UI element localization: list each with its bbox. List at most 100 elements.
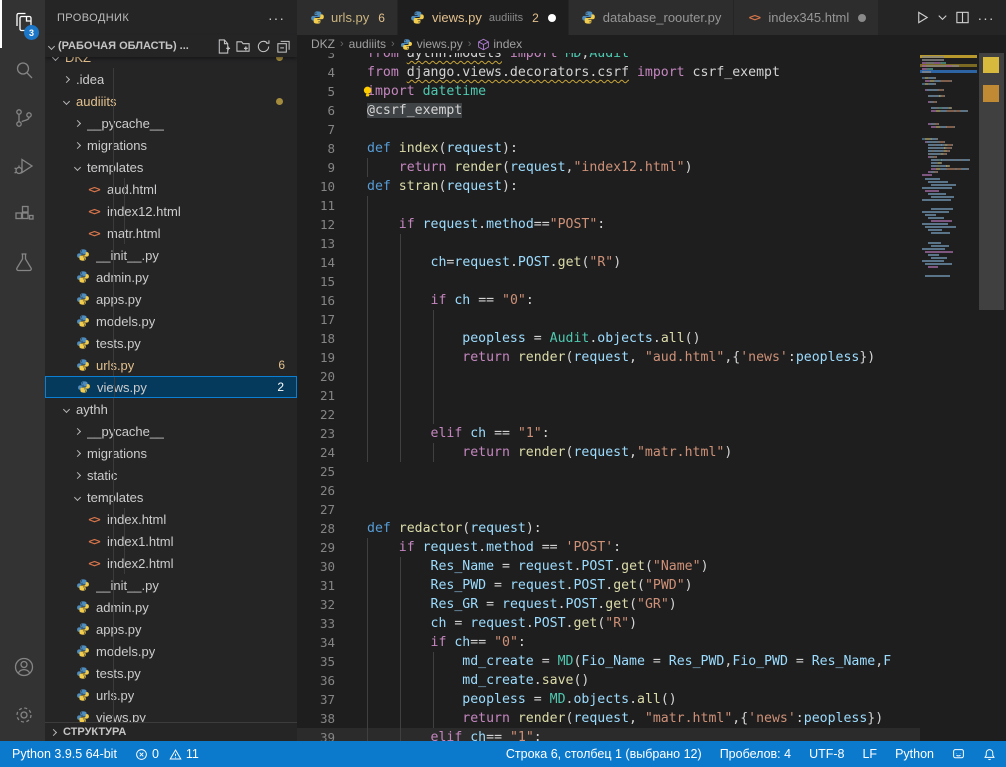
- cursor-position-status[interactable]: Строка 6, столбец 1 (выбрано 12): [506, 747, 702, 761]
- activity-search[interactable]: [0, 48, 45, 96]
- breadcrumb-item-index[interactable]: index: [476, 37, 522, 51]
- editor-scrollbar[interactable]: [977, 53, 1006, 741]
- new-file-icon[interactable]: [213, 36, 233, 56]
- tree-item-label: __init__.py: [96, 578, 159, 593]
- workspace-section-header[interactable]: (РАБОЧАЯ ОБЛАСТЬ) ...: [45, 35, 297, 57]
- code-line-12: 12 if request.method=="POST":: [297, 215, 920, 234]
- tree-item-migrations[interactable]: migrations: [45, 134, 297, 156]
- dirty-dot-icon[interactable]: [858, 14, 866, 22]
- tree-item-views-py[interactable]: views.py2: [45, 376, 297, 398]
- code-text: Res_GR = request.POST.get("GR"): [367, 595, 677, 614]
- indentation-status[interactable]: Пробелов: 4: [720, 747, 791, 761]
- breadcrumb-item-audiiits[interactable]: audiiits: [349, 37, 386, 51]
- code-line-10: 10def stran(request):: [297, 177, 920, 196]
- more-actions-icon[interactable]: ···: [974, 4, 998, 32]
- minimap-line: [922, 110, 968, 112]
- tree-item--init-py[interactable]: __init__.py: [45, 244, 297, 266]
- tree-indent-guide: [124, 222, 125, 244]
- tree-item-tests-py[interactable]: tests.py: [45, 332, 297, 354]
- tree-item--idea[interactable]: .idea: [45, 68, 297, 90]
- breadcrumb-item-views-py[interactable]: views.py: [400, 37, 463, 51]
- split-editor-icon[interactable]: [950, 4, 974, 32]
- tree-item-templates[interactable]: templates: [45, 486, 297, 508]
- lightbulb-icon[interactable]: [361, 85, 374, 103]
- tree-item-label: index1.html: [107, 534, 173, 549]
- tree-indent-guide: [113, 420, 114, 442]
- code-line-16: 16 if ch == "0":: [297, 291, 920, 310]
- python-file-icon: [75, 687, 91, 703]
- collapse-all-icon[interactable]: [273, 36, 293, 56]
- tree-indent-guide: [113, 596, 114, 618]
- tree-item-index-html[interactable]: <>index.html: [45, 508, 297, 530]
- minimap[interactable]: [920, 53, 977, 741]
- sidebar-more-actions[interactable]: ···: [268, 10, 285, 26]
- activity-bar-bottom: [0, 645, 45, 741]
- activity-testing[interactable]: [0, 240, 45, 288]
- dirty-dot-icon[interactable]: [548, 14, 556, 22]
- activity-extensions[interactable]: [0, 192, 45, 240]
- tree-item-models-py[interactable]: models.py: [45, 310, 297, 332]
- file-tree: DKZ.ideaaudiiits__pycache__migrationstem…: [45, 46, 297, 741]
- refresh-icon[interactable]: [253, 36, 273, 56]
- tree-item-models-py[interactable]: models.py: [45, 640, 297, 662]
- tree-item-apps-py[interactable]: apps.py: [45, 288, 297, 310]
- activity-source-control[interactable]: [0, 96, 45, 144]
- encoding-status[interactable]: UTF-8: [809, 747, 844, 761]
- line-number: 31: [297, 576, 335, 595]
- tree-item--init-py[interactable]: __init__.py: [45, 574, 297, 596]
- tree-item-matr-html[interactable]: <>matr.html: [45, 222, 297, 244]
- language-mode-status[interactable]: Python: [895, 747, 934, 761]
- code-line-18: 18 peopless = Audit.objects.all(): [297, 329, 920, 348]
- problems-status[interactable]: 0 11: [135, 747, 199, 761]
- tree-item-aud-html[interactable]: <>aud.html: [45, 178, 297, 200]
- tree-item-urls-py[interactable]: urls.py6: [45, 354, 297, 376]
- python-version-status[interactable]: Python 3.9.5 64-bit: [12, 747, 117, 761]
- tree-item-index1-html[interactable]: <>index1.html: [45, 530, 297, 552]
- breadcrumb-item-dkz[interactable]: DKZ: [311, 37, 335, 51]
- tree-item-migrations[interactable]: migrations: [45, 442, 297, 464]
- minimap-line: [922, 123, 939, 125]
- tree-item-aythh[interactable]: aythh: [45, 398, 297, 420]
- code-line-39: 39 elif ch== "1":: [297, 728, 920, 741]
- activity-explorer[interactable]: 3: [0, 0, 45, 48]
- tab-urls-py[interactable]: urls.py6: [297, 0, 398, 35]
- line-number: 18: [297, 329, 335, 348]
- tree-item-index2-html[interactable]: <>index2.html: [45, 552, 297, 574]
- feedback-icon[interactable]: [952, 748, 965, 761]
- activity-run-debug[interactable]: [0, 144, 45, 192]
- eol-status[interactable]: LF: [862, 747, 877, 761]
- tree-item-admin-py[interactable]: admin.py: [45, 596, 297, 618]
- tab-index345-html[interactable]: <>index345.html: [734, 0, 879, 35]
- tree-item-admin-py[interactable]: admin.py: [45, 266, 297, 288]
- code-editor[interactable]: 3from aythh.models import MD,Audit4from …: [297, 53, 920, 741]
- code-line-37: 37 peopless = MD.objects.all(): [297, 690, 920, 709]
- tree-item--pycache-[interactable]: __pycache__: [45, 420, 297, 442]
- python-file-icon: [75, 577, 91, 593]
- tree-item-apps-py[interactable]: apps.py: [45, 618, 297, 640]
- code-line-22: 22: [297, 405, 920, 424]
- indent-guide: [400, 272, 401, 291]
- tab-database-roouter-py[interactable]: database_roouter.py: [569, 0, 735, 35]
- tree-item-urls-py[interactable]: urls.py: [45, 684, 297, 706]
- tab-views-py[interactable]: views.pyaudiiits2: [398, 0, 569, 35]
- tree-item-tests-py[interactable]: tests.py: [45, 662, 297, 684]
- tree-item--pycache-[interactable]: __pycache__: [45, 112, 297, 134]
- error-count: 0: [152, 747, 159, 761]
- minimap-line: [922, 150, 950, 152]
- run-dropdown-chevron-icon[interactable]: [934, 4, 950, 32]
- python-file-icon: [75, 357, 91, 373]
- activity-settings[interactable]: [0, 693, 45, 741]
- run-icon[interactable]: [910, 4, 934, 32]
- structure-section-header[interactable]: СТРУКТУРА: [45, 722, 297, 741]
- tree-item-static[interactable]: static: [45, 464, 297, 486]
- tree-item-index12-html[interactable]: <>index12.html: [45, 200, 297, 222]
- tree-item-label: apps.py: [96, 622, 142, 637]
- activity-account[interactable]: [0, 645, 45, 693]
- notifications-bell-icon[interactable]: [983, 748, 996, 761]
- python-file-icon: [75, 665, 91, 681]
- code-text: elif ch == "1":: [367, 424, 550, 443]
- tree-item-templates[interactable]: templates: [45, 156, 297, 178]
- tree-item-audiiits[interactable]: audiiits: [45, 90, 297, 112]
- code-text: if request.method=="POST":: [367, 215, 605, 234]
- new-folder-icon[interactable]: [233, 36, 253, 56]
